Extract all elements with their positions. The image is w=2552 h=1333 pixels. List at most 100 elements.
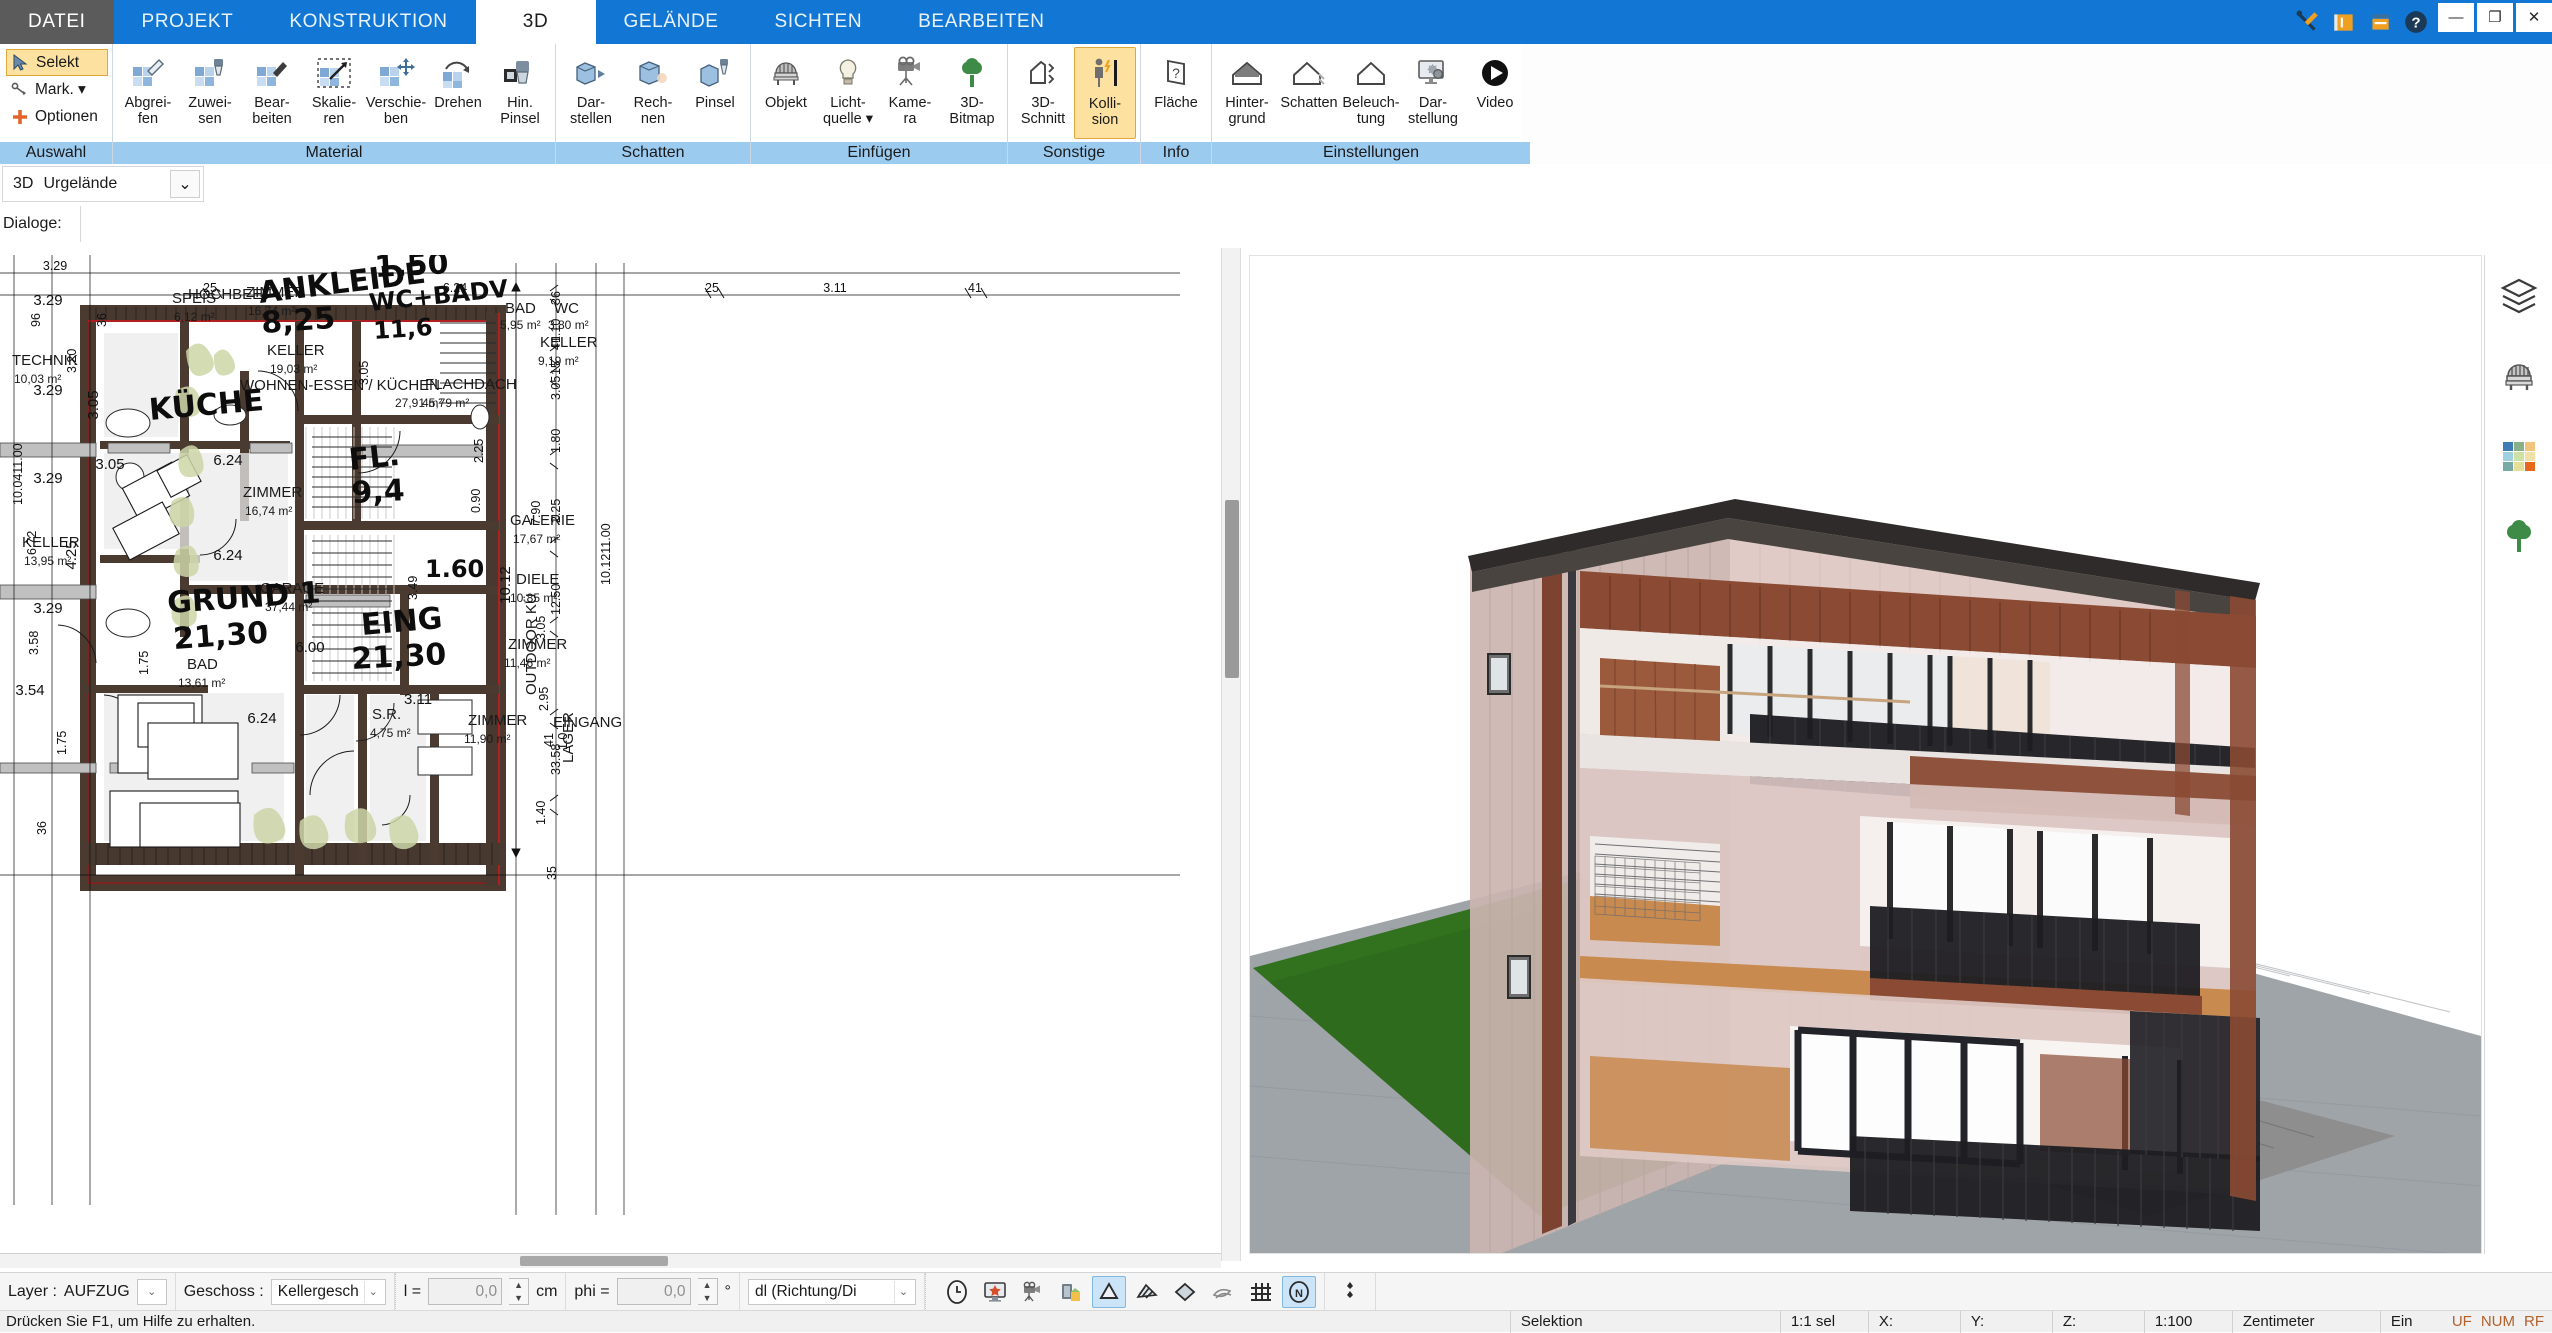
svg-text:2.25: 2.25 — [472, 439, 486, 463]
floor-plan-drawing[interactable]: 3.29 25 6.24 25 3.11 41 1.50 TECHNIK 10,… — [0, 255, 1221, 1254]
monitor-star-icon[interactable] — [978, 1276, 1012, 1308]
einstellungen-video-button[interactable]: Video — [1464, 47, 1526, 139]
layer-label: Layer : — [8, 1282, 57, 1300]
layers-icon[interactable] — [2496, 273, 2542, 319]
material-hin-pinsel-button[interactable]: Hin. Pinsel — [489, 47, 551, 139]
floor-plan-panel[interactable]: 3.29 25 6.24 25 3.11 41 1.50 TECHNIK 10,… — [0, 255, 1221, 1254]
schatten-darstellen-button[interactable]: Dar-stellen — [560, 47, 622, 139]
handwriting-2130-b: 21,30 — [351, 637, 448, 677]
restore-button[interactable]: ❐ — [2477, 2, 2513, 32]
bulb-icon — [828, 51, 868, 95]
stepper-down-icon[interactable]: ▼ — [698, 1292, 717, 1305]
direction-dropdown[interactable]: dl (Richtung/Di ⌄ — [747, 1278, 916, 1305]
material-abgreifen-button[interactable]: Abgrei-fen — [117, 47, 179, 139]
info-box-icon[interactable] — [2331, 9, 2357, 35]
geschoss-dropdown[interactable]: Kellergesch ⌄ — [270, 1278, 386, 1305]
pencil-edit-icon — [252, 51, 292, 95]
svg-text:3.29: 3.29 — [43, 259, 67, 273]
einfuegen-kamera-button[interactable]: Kame-ra — [879, 47, 941, 139]
hatch-icon[interactable] — [1130, 1276, 1164, 1308]
schatten-rechnen-button[interactable]: Rech-nen — [622, 47, 684, 139]
handle-icon[interactable] — [1333, 1276, 1367, 1308]
optionen-button[interactable]: Optionen — [6, 103, 102, 130]
view-select-bar: 3D Urgelände ⌄ — [0, 165, 2552, 203]
svg-text:3.54: 3.54 — [15, 682, 44, 699]
material-skalieren-button[interactable]: Skalie-ren — [303, 47, 365, 139]
furniture-icon[interactable] — [2496, 353, 2542, 399]
phi-input[interactable]: 0,0 — [616, 1278, 691, 1305]
phi-stepper[interactable]: ▲ ▼ — [697, 1278, 718, 1305]
tree-icon[interactable] — [2496, 513, 2542, 559]
chevron-down-icon[interactable]: ⌄ — [170, 170, 200, 198]
tab-projekt[interactable]: PROJEKT — [114, 0, 262, 44]
ribbon-group-einstellungen: Hinter-grund Schatten Beleuch-tung Dar- … — [1212, 44, 1530, 164]
status-y: Y: — [1959, 1310, 2052, 1333]
ribbon-group-info: ? Fläche Info — [1141, 44, 1212, 164]
clock-icon[interactable] — [940, 1276, 974, 1308]
status-scale-sel: 1:1 sel — [1779, 1310, 1868, 1333]
tab-3d[interactable]: 3D — [475, 0, 596, 44]
tab-datei[interactable]: DATEI — [0, 0, 114, 44]
terrain-view-combo[interactable]: 3D Urgelände ⌄ — [2, 166, 204, 202]
status-flag-uf: UF — [2451, 1313, 2472, 1330]
material-palette-icon[interactable] — [2496, 433, 2542, 479]
tab-gelaende[interactable]: GELÄNDE — [596, 0, 747, 44]
material-verschieben-button[interactable]: Verschie-ben — [365, 47, 427, 139]
einstellungen-darstellung-button[interactable]: Dar-stellung — [1402, 47, 1464, 139]
status-z: Z: — [2051, 1310, 2144, 1333]
3d-building-render[interactable] — [1250, 256, 2481, 1253]
minimize-button[interactable]: — — [2438, 2, 2474, 32]
surface-icon[interactable] — [1091, 1275, 1126, 1308]
contour-icon[interactable] — [1206, 1276, 1240, 1308]
move-icon — [376, 51, 416, 95]
material-zuweisen-button[interactable]: Zuwei-sen — [179, 47, 241, 139]
length-input[interactable]: 0,0 — [428, 1278, 503, 1305]
3d-viewport[interactable] — [1249, 255, 2482, 1254]
layers-box-icon[interactable] — [2367, 9, 2393, 35]
einfuegen-lichtquelle-button[interactable]: Licht-quelle ▾ — [817, 47, 879, 139]
tab-konstruktion[interactable]: KONSTRUKTION — [261, 0, 475, 44]
tab-sichten[interactable]: SICHTEN — [747, 0, 891, 44]
sonstige-3d-schnitt-button[interactable]: 3D- Schnitt — [1012, 47, 1074, 139]
help-icon[interactable]: ? — [2403, 9, 2429, 35]
room-label-outdoor: OUTDOOR KÜ — [522, 593, 540, 695]
window-buttons: — ❐ ✕ — [2435, 1, 2552, 33]
sonstige-kollision-button[interactable]: Kolli-sion — [1074, 47, 1136, 139]
svg-text:3.20: 3.20 — [65, 349, 79, 373]
schatten-pinsel-button[interactable]: Pinsel — [684, 47, 746, 139]
pipette-icon — [128, 51, 168, 95]
paint-bucket-icon[interactable] — [1054, 1276, 1088, 1308]
chevron-down-icon: ⌄ — [363, 1280, 382, 1303]
plan-vscrollbar[interactable] — [1221, 248, 1241, 1261]
einstellungen-hintergrund-button[interactable]: Hinter-grund — [1216, 47, 1278, 139]
background-house-icon — [1227, 51, 1267, 95]
grid-icon[interactable] — [1244, 1276, 1278, 1308]
material-bearbeiten-button[interactable]: Bear-beiten — [241, 47, 303, 139]
tools-icon[interactable] — [2295, 9, 2321, 35]
length-stepper[interactable]: ▲ ▼ — [509, 1278, 530, 1305]
einfuegen-3d-bitmap-button[interactable]: 3D- Bitmap — [941, 47, 1003, 139]
close-button[interactable]: ✕ — [2516, 2, 2552, 32]
room-area-bad-2: 5,95 m² — [500, 318, 541, 332]
material-drehen-button[interactable]: Drehen — [427, 47, 489, 139]
stepper-up-icon[interactable]: ▲ — [509, 1279, 528, 1292]
camera-icon[interactable] — [1016, 1276, 1050, 1308]
tab-bearbeiten[interactable]: BEARBEITEN — [890, 0, 1072, 44]
einfuegen-objekt-button[interactable]: Objekt — [755, 47, 817, 139]
diamond-icon[interactable] — [1168, 1276, 1202, 1308]
markieren-button[interactable]: Mark. ▾ — [6, 76, 90, 103]
stepper-up-icon[interactable]: ▲ — [698, 1279, 717, 1292]
chevron-down-icon: ⌄ — [147, 1286, 157, 1298]
north-icon[interactable]: N — [1281, 1275, 1316, 1308]
plan-hscrollbar-thumb[interactable] — [520, 1256, 668, 1266]
info-flaeche-button[interactable]: ? Fläche — [1145, 47, 1207, 139]
plan-vscrollbar-thumb[interactable] — [1225, 500, 1239, 678]
chair-icon — [766, 51, 806, 95]
einstellungen-beleuchtung-button[interactable]: Beleuch-tung — [1340, 47, 1402, 139]
terrain-value-label: Urgelände — [43, 175, 118, 192]
einstellungen-schatten-button[interactable]: Schatten — [1278, 47, 1340, 139]
selekt-button[interactable]: Selekt — [6, 49, 108, 76]
stepper-down-icon[interactable]: ▼ — [509, 1292, 528, 1305]
layer-dropdown[interactable]: ⌄ — [136, 1278, 167, 1305]
plan-hscrollbar[interactable] — [0, 1254, 1221, 1268]
